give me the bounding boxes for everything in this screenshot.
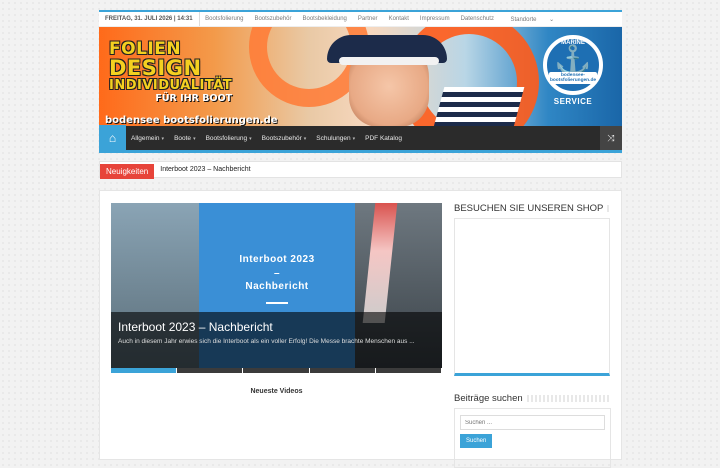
- main-content: Interboot 2023 – Nachbericht Interboot 2…: [99, 190, 622, 468]
- top-link-kontakt[interactable]: Kontakt: [383, 16, 414, 23]
- slider-dot-1[interactable]: [111, 368, 177, 373]
- shuffle-icon[interactable]: ⤨: [600, 126, 622, 150]
- search-button[interactable]: Suchen: [460, 434, 493, 448]
- header-banner[interactable]: FOLIEN DESIGN INDIVIDUALITÄT FÜR IHR BOO…: [99, 27, 622, 126]
- nav-item-pdf-katalog[interactable]: PDF Katalog: [360, 135, 407, 142]
- slider-pagination: [111, 368, 442, 373]
- nav-item-boote[interactable]: Boote ▾: [169, 135, 201, 142]
- cap-band-graphic: [339, 57, 439, 65]
- ticker-link[interactable]: Interboot 2023 – Nachbericht: [154, 166, 250, 173]
- nav-item-label: Schulungen: [316, 134, 351, 142]
- top-link-bootsbekleidung[interactable]: Bootsbekleidung: [297, 16, 352, 23]
- slider-dot-4[interactable]: [309, 368, 375, 373]
- search-widget-heading: Beiträge suchen: [454, 393, 611, 404]
- nav-item-label: Bootszubehör: [261, 134, 302, 142]
- nav-item-bootsfolierung[interactable]: Bootsfolierung ▾: [201, 135, 257, 142]
- slide-caption: Interboot 2023 – Nachbericht Auch in die…: [111, 312, 442, 368]
- top-link-bootsfolierung[interactable]: Bootsfolierung: [200, 16, 249, 23]
- badge-url: bodensee-bootsfolierungen.de: [549, 72, 597, 84]
- shop-widget-heading-text: BESUCHEN SIE UNSEREN SHOP: [454, 203, 604, 214]
- top-nav: Bootsfolierung Bootszubehör Bootsbekleid…: [200, 16, 566, 23]
- slide-panel-line-1: Interboot 2023: [239, 254, 315, 265]
- shop-widget-box[interactable]: [454, 218, 610, 376]
- top-link-bootszubehoer[interactable]: Bootszubehör: [249, 16, 297, 23]
- heading-stripe: [607, 205, 611, 212]
- logo-line-individualitaet: INDIVIDUALITÄT: [109, 78, 233, 93]
- top-link-datenschutz[interactable]: Datenschutz: [455, 16, 499, 23]
- sidebar: BESUCHEN SIE UNSEREN SHOP Beiträge suche…: [454, 203, 611, 468]
- main-navigation: ⌂ Allgemein ▾ Boote ▾ Bootsfolierung ▾ Boot…: [99, 124, 622, 153]
- shop-widget-heading: BESUCHEN SIE UNSEREN SHOP: [454, 203, 611, 214]
- ticker-label: Neuigkeiten: [100, 164, 155, 179]
- top-link-partner[interactable]: Partner: [352, 16, 383, 23]
- nav-item-label: Allgemein: [131, 134, 160, 142]
- site-logo[interactable]: FOLIEN DESIGN INDIVIDUALITÄT FÜR IHR BOO…: [109, 41, 233, 105]
- slide-title-link[interactable]: Interboot 2023 – Nachbericht: [118, 320, 435, 334]
- home-icon[interactable]: ⌂: [99, 124, 126, 152]
- badge-bottom-text: SERVICE: [553, 97, 593, 106]
- nav-item-schulungen[interactable]: Schulungen ▾: [311, 135, 360, 142]
- search-input[interactable]: [460, 415, 605, 430]
- slider-dot-3[interactable]: [243, 368, 309, 373]
- slide-panel-line-2: –: [273, 267, 281, 279]
- caret-down-icon: ▾: [303, 135, 307, 142]
- page-wrapper: FREITAG, 31. JULI 2026 | 14:31 Bootsfoli…: [99, 10, 622, 468]
- slider-dot-5[interactable]: [375, 368, 442, 373]
- striped-shirt-graphic: [433, 87, 525, 126]
- nav-item-label: PDF Katalog: [365, 134, 403, 142]
- current-date: FREITAG, 31. JULI 2026 | 14:31: [99, 12, 200, 26]
- featured-slider[interactable]: Interboot 2023 – Nachbericht Interboot 2…: [111, 203, 442, 368]
- search-widget-heading-text: Beiträge suchen: [454, 393, 523, 404]
- top-link-standorte[interactable]: Standorte ⌄: [499, 16, 565, 23]
- caret-down-icon: ▾: [352, 135, 356, 142]
- nav-item-bootszubehoer[interactable]: Bootszubehör ▾: [257, 135, 312, 142]
- caret-down-icon: ▾: [161, 135, 165, 142]
- logo-line-fuer-ihr-boot: FÜR IHR BOOT: [155, 93, 233, 104]
- videos-heading: Neueste Videos: [250, 388, 303, 395]
- nav-item-label: Boote: [174, 134, 192, 142]
- slide-excerpt: Auch in diesem Jahr erwies sich die Inte…: [118, 338, 415, 345]
- badge-circle: MARINE ⚓ bodensee-bootsfolierungen.de: [543, 35, 603, 95]
- marine-service-badge: MARINE ⚓ bodensee-bootsfolierungen.de SE…: [536, 35, 610, 119]
- slide-panel-title: Interboot 2023 – Nachbericht: [199, 253, 355, 294]
- search-widget: Suchen: [454, 408, 611, 468]
- logo-url: bodensee bootsfolierungen.de: [105, 115, 278, 126]
- logo-line-design: DESIGN: [109, 56, 202, 80]
- top-bar: FREITAG, 31. JULI 2026 | 14:31 Bootsfoli…: [99, 10, 622, 27]
- nav-item-label: Bootsfolierung: [205, 134, 248, 142]
- top-link-standorte-label: Standorte: [510, 16, 537, 23]
- heading-stripe: [526, 395, 611, 402]
- caret-down-icon: ▾: [193, 135, 196, 142]
- caret-down-icon: ▾: [249, 135, 252, 142]
- news-ticker: Neuigkeiten Interboot 2023 – Nachbericht: [99, 161, 622, 179]
- slide-panel-divider: [266, 302, 288, 304]
- slider-dot-2[interactable]: [177, 368, 243, 373]
- top-link-impressum[interactable]: Impressum: [414, 16, 455, 23]
- slide-panel-line-3: Nachbericht: [245, 281, 309, 292]
- nav-item-allgemein[interactable]: Allgemein ▾: [126, 135, 169, 142]
- chevron-down-icon: ⌄: [549, 16, 555, 23]
